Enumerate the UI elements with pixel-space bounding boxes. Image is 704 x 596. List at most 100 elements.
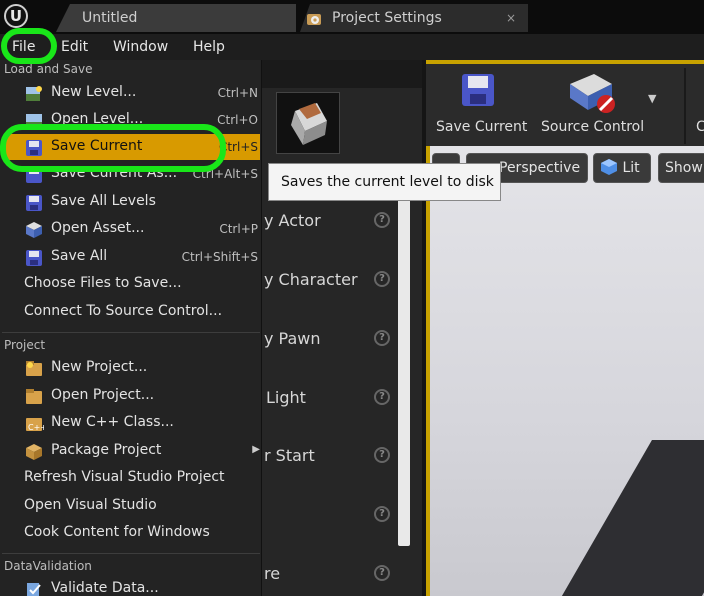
close-icon[interactable]: ×: [506, 4, 516, 32]
menu-file[interactable]: File: [12, 34, 35, 60]
cube-box-icon: [291, 103, 327, 145]
menu-item-package-project[interactable]: Package Project ▶: [4, 438, 260, 464]
show-label: Show: [665, 160, 703, 176]
menu-item-label: Save Current As...: [51, 165, 178, 181]
shortcut-label: Ctrl+O: [217, 113, 258, 127]
help-icon[interactable]: ?: [374, 565, 390, 581]
help-icon[interactable]: ?: [374, 212, 390, 228]
menu-window[interactable]: Window: [113, 34, 168, 60]
help-icon[interactable]: ?: [374, 330, 390, 346]
source-control-icon[interactable]: [564, 70, 620, 116]
menu-item-cook-content[interactable]: Cook Content for Windows: [4, 520, 260, 546]
menu-item-refresh-vs-project[interactable]: Refresh Visual Studio Project: [4, 465, 260, 491]
help-icon[interactable]: ?: [374, 447, 390, 463]
menu-help[interactable]: Help: [193, 34, 225, 60]
shortcut-label: Ctrl+S: [218, 140, 258, 154]
menu-item-label: Open Asset...: [51, 220, 145, 236]
lit-label: Lit: [622, 160, 640, 176]
menu-item-new-project[interactable]: New Project...: [4, 355, 260, 381]
open-asset-icon: [26, 222, 42, 238]
save-all-icon: [26, 250, 42, 266]
lit-button[interactable]: Lit: [593, 153, 651, 183]
menu-item-label: Package Project: [51, 442, 162, 458]
menu-item-label: New Project...: [51, 359, 148, 375]
menu-item-connect-source-control[interactable]: Connect To Source Control...: [4, 299, 260, 325]
submenu-arrow-icon: ▶: [252, 444, 260, 455]
open-project-icon: [26, 389, 42, 404]
menu-item-new-cpp-class[interactable]: C++ New C++ Class...: [4, 410, 260, 436]
shortcut-label: Ctrl+P: [219, 222, 258, 236]
place-row-more[interactable]: re: [264, 564, 280, 583]
menu-item-open-visual-studio[interactable]: Open Visual Studio: [4, 493, 260, 519]
help-icon[interactable]: ?: [374, 271, 390, 287]
menu-item-label: Save Current: [51, 138, 143, 154]
open-level-icon: [26, 114, 42, 128]
save-as-icon: [26, 167, 42, 183]
menu-item-save-all-levels[interactable]: Save All Levels: [4, 189, 260, 215]
menu-item-label: New C++ Class...: [51, 414, 174, 430]
validate-icon: [27, 583, 41, 596]
menu-item-open-project[interactable]: Open Project...: [4, 383, 260, 409]
place-row-light[interactable]: Light: [266, 388, 306, 407]
menu-item-save-current-as[interactable]: Save Current As... Ctrl+Alt+S: [4, 161, 260, 187]
source-control-button[interactable]: Source Control: [541, 119, 644, 135]
menu-divider: [2, 553, 260, 554]
menu-item-label: Open Project...: [51, 387, 155, 403]
menu-item-label: Cook Content for Windows: [24, 524, 210, 540]
shortcut-label: Ctrl+Shift+S: [181, 250, 258, 264]
menu-item-label: New Level...: [51, 84, 137, 100]
menu-item-choose-files[interactable]: Choose Files to Save...: [4, 271, 260, 297]
menu-divider: [2, 332, 260, 333]
menu-item-new-level[interactable]: New Level... Ctrl+N: [4, 80, 260, 106]
new-project-icon: [26, 361, 42, 376]
menu-item-label: Save All Levels: [51, 193, 156, 209]
shortcut-label: Ctrl+Alt+S: [192, 167, 258, 181]
tab-project-settings[interactable]: Project Settings ×: [300, 4, 528, 32]
save-disk-icon[interactable]: [458, 70, 498, 110]
help-icon[interactable]: ?: [374, 389, 390, 405]
editor-window: U Untitled Project Settings × File Edit …: [0, 0, 704, 596]
menu-item-label: Connect To Source Control...: [24, 303, 223, 319]
lit-sphere-icon: [601, 159, 617, 175]
save-current-button[interactable]: Save Current: [436, 119, 527, 135]
section-heading-load-save: Load and Save: [4, 62, 93, 76]
place-row-player-start[interactable]: r Start: [264, 446, 315, 465]
settings-gear-icon: [307, 14, 321, 25]
scrollbar[interactable]: [398, 190, 410, 546]
tab-label: Untitled: [82, 10, 138, 26]
place-mode-icon[interactable]: [276, 92, 340, 154]
cpp-class-icon: C++: [26, 418, 44, 432]
menu-item-label: Save All: [51, 248, 108, 264]
section-heading-project: Project: [4, 338, 46, 352]
svg-text:C++: C++: [28, 423, 44, 432]
cut-off-button[interactable]: C: [696, 119, 704, 135]
section-heading-data-validation: DataValidation: [4, 559, 92, 573]
menu-item-validate-data[interactable]: Validate Data...: [4, 576, 260, 596]
shortcut-label: Ctrl+N: [217, 86, 258, 100]
tab-bar: U Untitled Project Settings ×: [0, 0, 704, 34]
help-icon[interactable]: ?: [374, 506, 390, 522]
perspective-label: Perspective: [499, 160, 581, 176]
package-icon: [26, 444, 42, 460]
menu-item-label: Open Visual Studio: [24, 497, 157, 513]
new-level-icon: [26, 86, 42, 101]
place-row-actor[interactable]: y Actor: [264, 211, 321, 230]
unreal-logo[interactable]: U: [4, 4, 28, 28]
save-current-tooltip: Saves the current level to disk: [268, 163, 501, 201]
tab-untitled[interactable]: Untitled: [56, 4, 296, 32]
file-menu-dropdown: Load and Save New Level... Ctrl+N Open L…: [0, 60, 262, 596]
menu-item-save-current[interactable]: Save Current Ctrl+S: [4, 134, 260, 160]
tab-label: Project Settings: [332, 10, 442, 26]
menu-edit[interactable]: Edit: [61, 34, 88, 60]
menu-item-open-asset[interactable]: Open Asset... Ctrl+P: [4, 216, 260, 242]
menu-item-label: Open Level...: [51, 111, 144, 127]
menu-item-open-level[interactable]: Open Level... Ctrl+O: [4, 107, 260, 133]
save-icon: [26, 140, 42, 156]
show-button[interactable]: Show: [658, 153, 704, 183]
place-row-character[interactable]: y Character: [264, 270, 358, 289]
menu-item-save-all[interactable]: Save All Ctrl+Shift+S: [4, 244, 260, 270]
chevron-down-icon[interactable]: ▼: [648, 92, 656, 105]
menu-bar: File Edit Window Help: [0, 34, 704, 60]
place-row-pawn[interactable]: y Pawn: [264, 329, 321, 348]
toolbar-divider: [684, 68, 686, 144]
